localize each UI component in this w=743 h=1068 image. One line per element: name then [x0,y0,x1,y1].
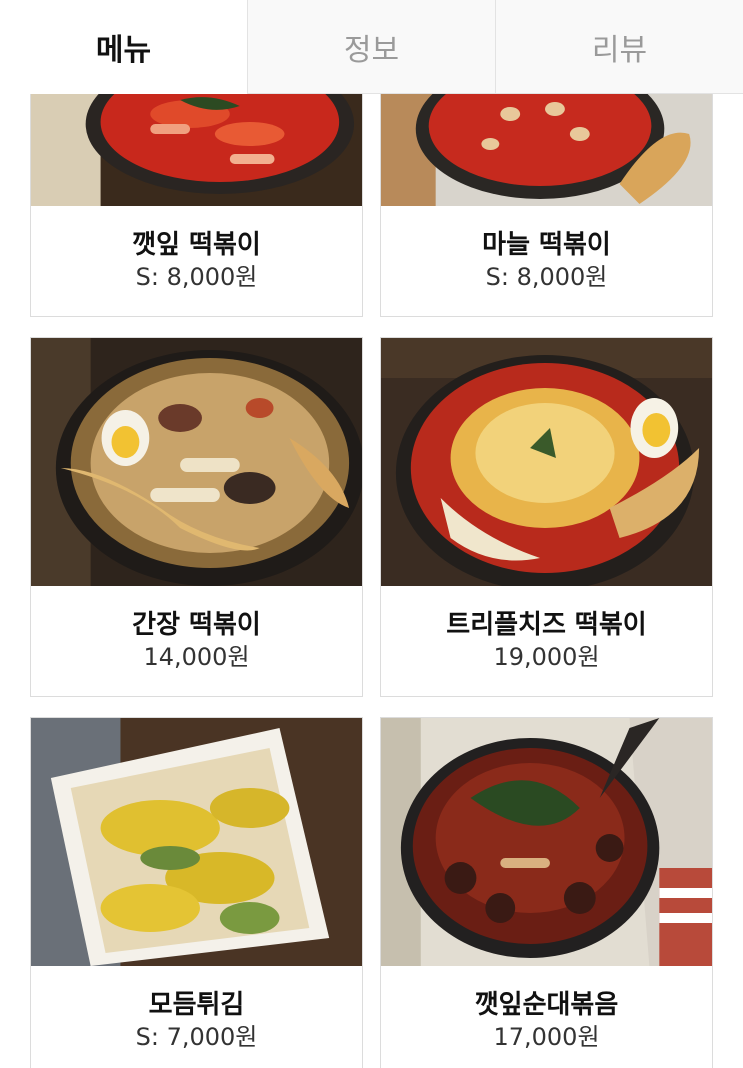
menu-item-price: 17,000원 [493,1023,600,1052]
menu-item-price: S: 7,000원 [135,1023,258,1052]
menu-item-name: 마늘 떡볶이 [482,229,611,260]
menu-item-name: 깻잎순대볶음 [474,989,619,1020]
tab-bar: 메뉴 정보 리뷰 [0,0,743,94]
menu-item-price: 14,000원 [143,643,250,672]
menu-item-price: S: 8,000원 [135,263,258,292]
menu-item-price: 19,000원 [493,643,600,672]
menu-item-name: 깻잎 떡볶이 [132,229,261,260]
menu-item-name: 간장 떡볶이 [132,609,261,640]
menu-item-info: 깻잎 떡볶이 S: 8,000원 [31,206,362,316]
menu-item-photo [381,718,712,966]
menu-item-info: 간장 떡볶이 14,000원 [31,586,362,696]
menu-item-card[interactable]: 깻잎 떡볶이 S: 8,000원 [30,94,363,317]
menu-item-photo [381,338,712,586]
menu-item-photo [31,94,362,206]
tab-info[interactable]: 정보 [247,0,495,94]
menu-item-card[interactable]: 깻잎순대볶음 17,000원 [380,717,713,1068]
menu-item-photo [381,94,712,206]
menu-item-info: 마늘 떡볶이 S: 8,000원 [381,206,712,316]
menu-item-info: 모듬튀김 S: 7,000원 [31,966,362,1068]
menu-item-card[interactable]: 모듬튀김 S: 7,000원 [30,717,363,1068]
tab-reviews[interactable]: 리뷰 [495,0,743,94]
menu-item-name: 모듬튀김 [148,989,245,1020]
menu-item-card[interactable]: 마늘 떡볶이 S: 8,000원 [380,94,713,317]
menu-item-info: 깻잎순대볶음 17,000원 [381,966,712,1068]
menu-item-card[interactable]: 트리플치즈 떡볶이 19,000원 [380,337,713,697]
menu-item-price: S: 8,000원 [485,263,608,292]
menu-item-card[interactable]: 간장 떡볶이 14,000원 [30,337,363,697]
tab-menu[interactable]: 메뉴 [0,0,247,94]
menu-item-name: 트리플치즈 떡볶이 [446,609,647,640]
menu-item-info: 트리플치즈 떡볶이 19,000원 [381,586,712,696]
menu-item-photo [31,718,362,966]
menu-item-photo [31,338,362,586]
menu-grid: 깻잎 떡볶이 S: 8,000원 마늘 떡볶이 S: 8,000원 간장 떡볶이… [0,0,743,1068]
